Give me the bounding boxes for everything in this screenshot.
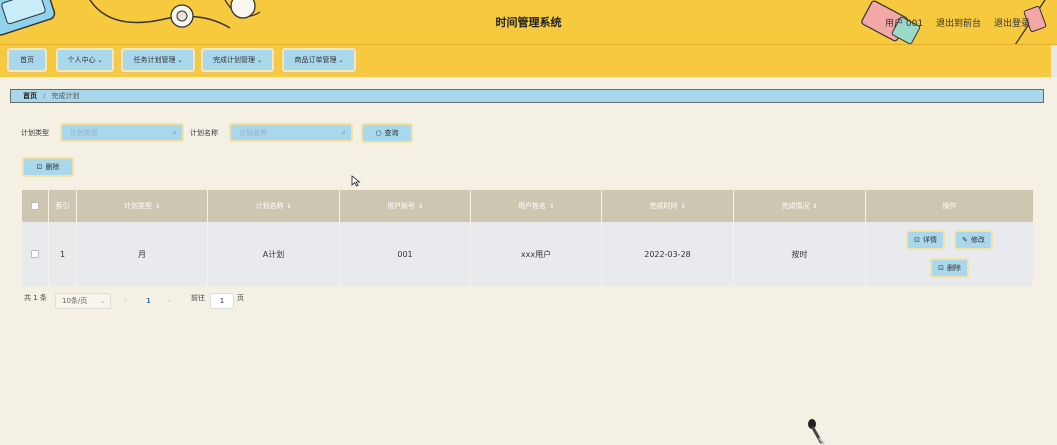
header-status[interactable]: 完成情况 ⇕ [734,190,866,222]
cell-plan-name: A计划 [208,222,340,286]
header-label: 用户姓名 [517,202,546,210]
nav-item-finish-plan[interactable]: 完成计划管理 ⌄ [201,48,274,72]
nav-item-task-plan[interactable]: 任务计划管理 ⌄ [121,48,195,72]
delete-button-label: 删除 [45,163,60,171]
chevron-down-icon: ⌄ [99,297,105,305]
chevron-down-icon: ⌄ [338,56,344,64]
cell-user-name: xxx用户 [471,222,602,286]
app-header: 时间管理系统 用户 001 退出到前台 退出登录 [0,0,1057,45]
page-size-select[interactable]: 10条/页 ⌄ [55,293,111,309]
header-actions: 操作 [866,190,1033,222]
cell-actions: ⊡ 详情 ✎ 修改 ⊡ 删除 [866,222,1033,286]
header-plan-type[interactable]: 计划类型 ⇕ [77,190,208,222]
goto-page-input[interactable]: 1 [210,293,234,309]
query-button-label: 查询 [384,129,399,137]
nav-item-label: 完成计划管理 [212,56,255,64]
select-all-cell [22,190,49,222]
header-user-name[interactable]: 用户姓名 ⇕ [471,190,602,222]
search-icon: ⌕ [341,128,346,137]
header-label: 索引 [55,202,70,210]
trash-icon: ⊡ [938,264,944,272]
header-label: 完成情况 [781,202,810,210]
plan-type-input[interactable]: 计划类型 ⌕ [60,123,184,142]
cell-finish-time: 2022-03-28 [602,222,734,286]
sort-icon[interactable]: ⇕ [418,203,423,210]
nav-item-product-order[interactable]: 商品订单管理 ⌄ [282,48,356,72]
plan-name-input[interactable]: 计划名称 ⌕ [229,123,353,142]
nav-scrollbar[interactable] [1051,45,1057,77]
detail-button[interactable]: ⊡ 详情 [906,230,945,250]
header-plan-name[interactable]: 计划名称 ⇕ [208,190,340,222]
current-user: 用户 001 [885,19,924,29]
header-user-account[interactable]: 用户账号 ⇕ [340,190,471,222]
pen-decoration-icon [808,419,825,445]
header-label: 操作 [942,202,957,210]
header-label: 计划类型 [123,202,152,210]
nav-item-label: 个人中心 [67,56,96,64]
back-to-front-link[interactable]: 退出到前台 [936,16,981,29]
row-select-cell [22,222,49,286]
prev-page-button[interactable]: ‹ [124,293,127,309]
cell-status: 按时 [734,222,866,286]
page-suffix: 页 [237,294,244,302]
breadcrumb-separator: / [43,92,46,100]
select-all-checkbox[interactable] [31,202,39,210]
plan-type-placeholder: 计划类型 [70,128,98,137]
cell-user-account: 001 [340,222,471,286]
nav-item-label: 任务计划管理 [133,56,176,64]
detail-button-label: 详情 [923,236,937,244]
header-index: 索引 [49,190,77,222]
top-nav: 首页 个人中心 ⌄ 任务计划管理 ⌄ 完成计划管理 ⌄ 商品订单管理 ⌄ [0,45,1057,77]
header-label: 完成时间 [649,202,678,210]
breadcrumb-current: 完成计划 [51,92,80,100]
sort-icon[interactable]: ⇕ [680,203,685,210]
chevron-down-icon: ⌄ [256,56,263,64]
batch-delete-button[interactable]: ⊡ 删除 [22,157,74,177]
logout-link[interactable]: 退出登录 [994,16,1030,29]
plan-table: 索引 计划类型 ⇕ 计划名称 ⇕ 用户账号 ⇕ 用户姓名 ⇕ 完成时间 ⇕ 完成情况 ⇕ 操… [22,190,1033,286]
breadcrumb: 首页 / 完成计划 [10,89,1044,103]
nav-item-home[interactable]: 首页 [7,48,47,72]
edit-button-label: 修改 [970,236,985,244]
nav-item-label: 首页 [20,56,34,64]
plan-type-label: 计划类型 [21,129,49,137]
cell-index: 1 [49,222,77,286]
sort-icon[interactable]: ⇕ [286,203,291,210]
query-button[interactable]: ○ 查询 [361,123,413,143]
plan-name-placeholder: 计划名称 [239,128,267,137]
cell-plan-type: 月 [77,222,208,286]
sort-icon[interactable]: ⇕ [155,203,160,210]
row-delete-button[interactable]: ⊡ 删除 [930,258,969,278]
row-checkbox[interactable] [31,250,39,258]
trash-icon: ⊡ [36,163,43,171]
header-label: 用户账号 [386,202,415,210]
detail-icon: ⊡ [914,236,920,244]
nav-item-personal-center[interactable]: 个人中心 ⌄ [56,48,114,72]
chevron-down-icon: ⌄ [177,56,183,64]
edit-button[interactable]: ✎ 修改 [954,230,993,250]
goto-label: 前往 [191,294,205,302]
header-label: 计划名称 [255,202,284,210]
table-row: 1 月 A计划 001 xxx用户 2022-03-28 按时 ⊡ 详情 ✎ 修改 … [22,222,1033,286]
page-size-value: 10条/页 [62,297,88,305]
page-number-current[interactable]: 1 [146,293,151,309]
edit-icon: ✎ [962,236,968,244]
table-header: 索引 计划类型 ⇕ 计划名称 ⇕ 用户账号 ⇕ 用户姓名 ⇕ 完成时间 ⇕ 完成情况 ⇕ 操… [22,190,1033,222]
chevron-down-icon: ⌄ [97,56,103,64]
sort-icon[interactable]: ⇕ [812,203,817,210]
search-icon: ⌕ [172,128,177,137]
row-delete-label: 删除 [946,264,961,272]
next-page-button[interactable]: › [168,293,171,309]
mouse-cursor-icon [351,175,361,187]
plan-name-label: 计划名称 [190,129,218,137]
header-finish-time[interactable]: 完成时间 ⇕ [602,190,734,222]
search-icon: ○ [375,129,382,137]
nav-item-label: 商品订单管理 [294,56,337,64]
pagination-total: 共 1 条 [24,294,47,302]
breadcrumb-home[interactable]: 首页 [23,91,37,101]
sort-icon[interactable]: ⇕ [549,203,554,210]
